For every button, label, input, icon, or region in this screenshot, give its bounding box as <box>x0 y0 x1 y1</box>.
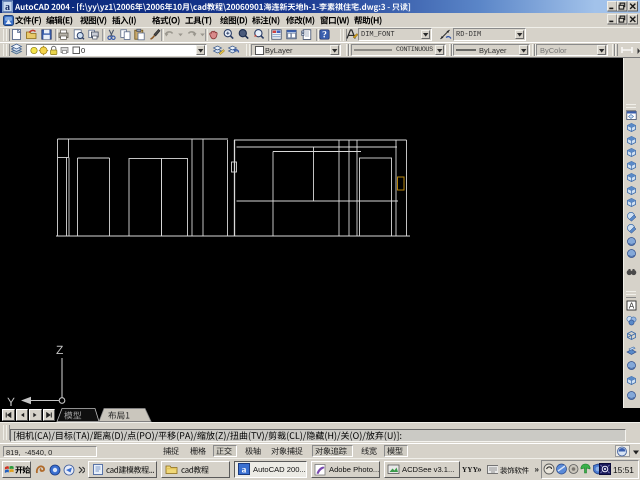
svg-text:A: A <box>628 302 634 311</box>
svg-text:a: a <box>242 466 247 476</box>
